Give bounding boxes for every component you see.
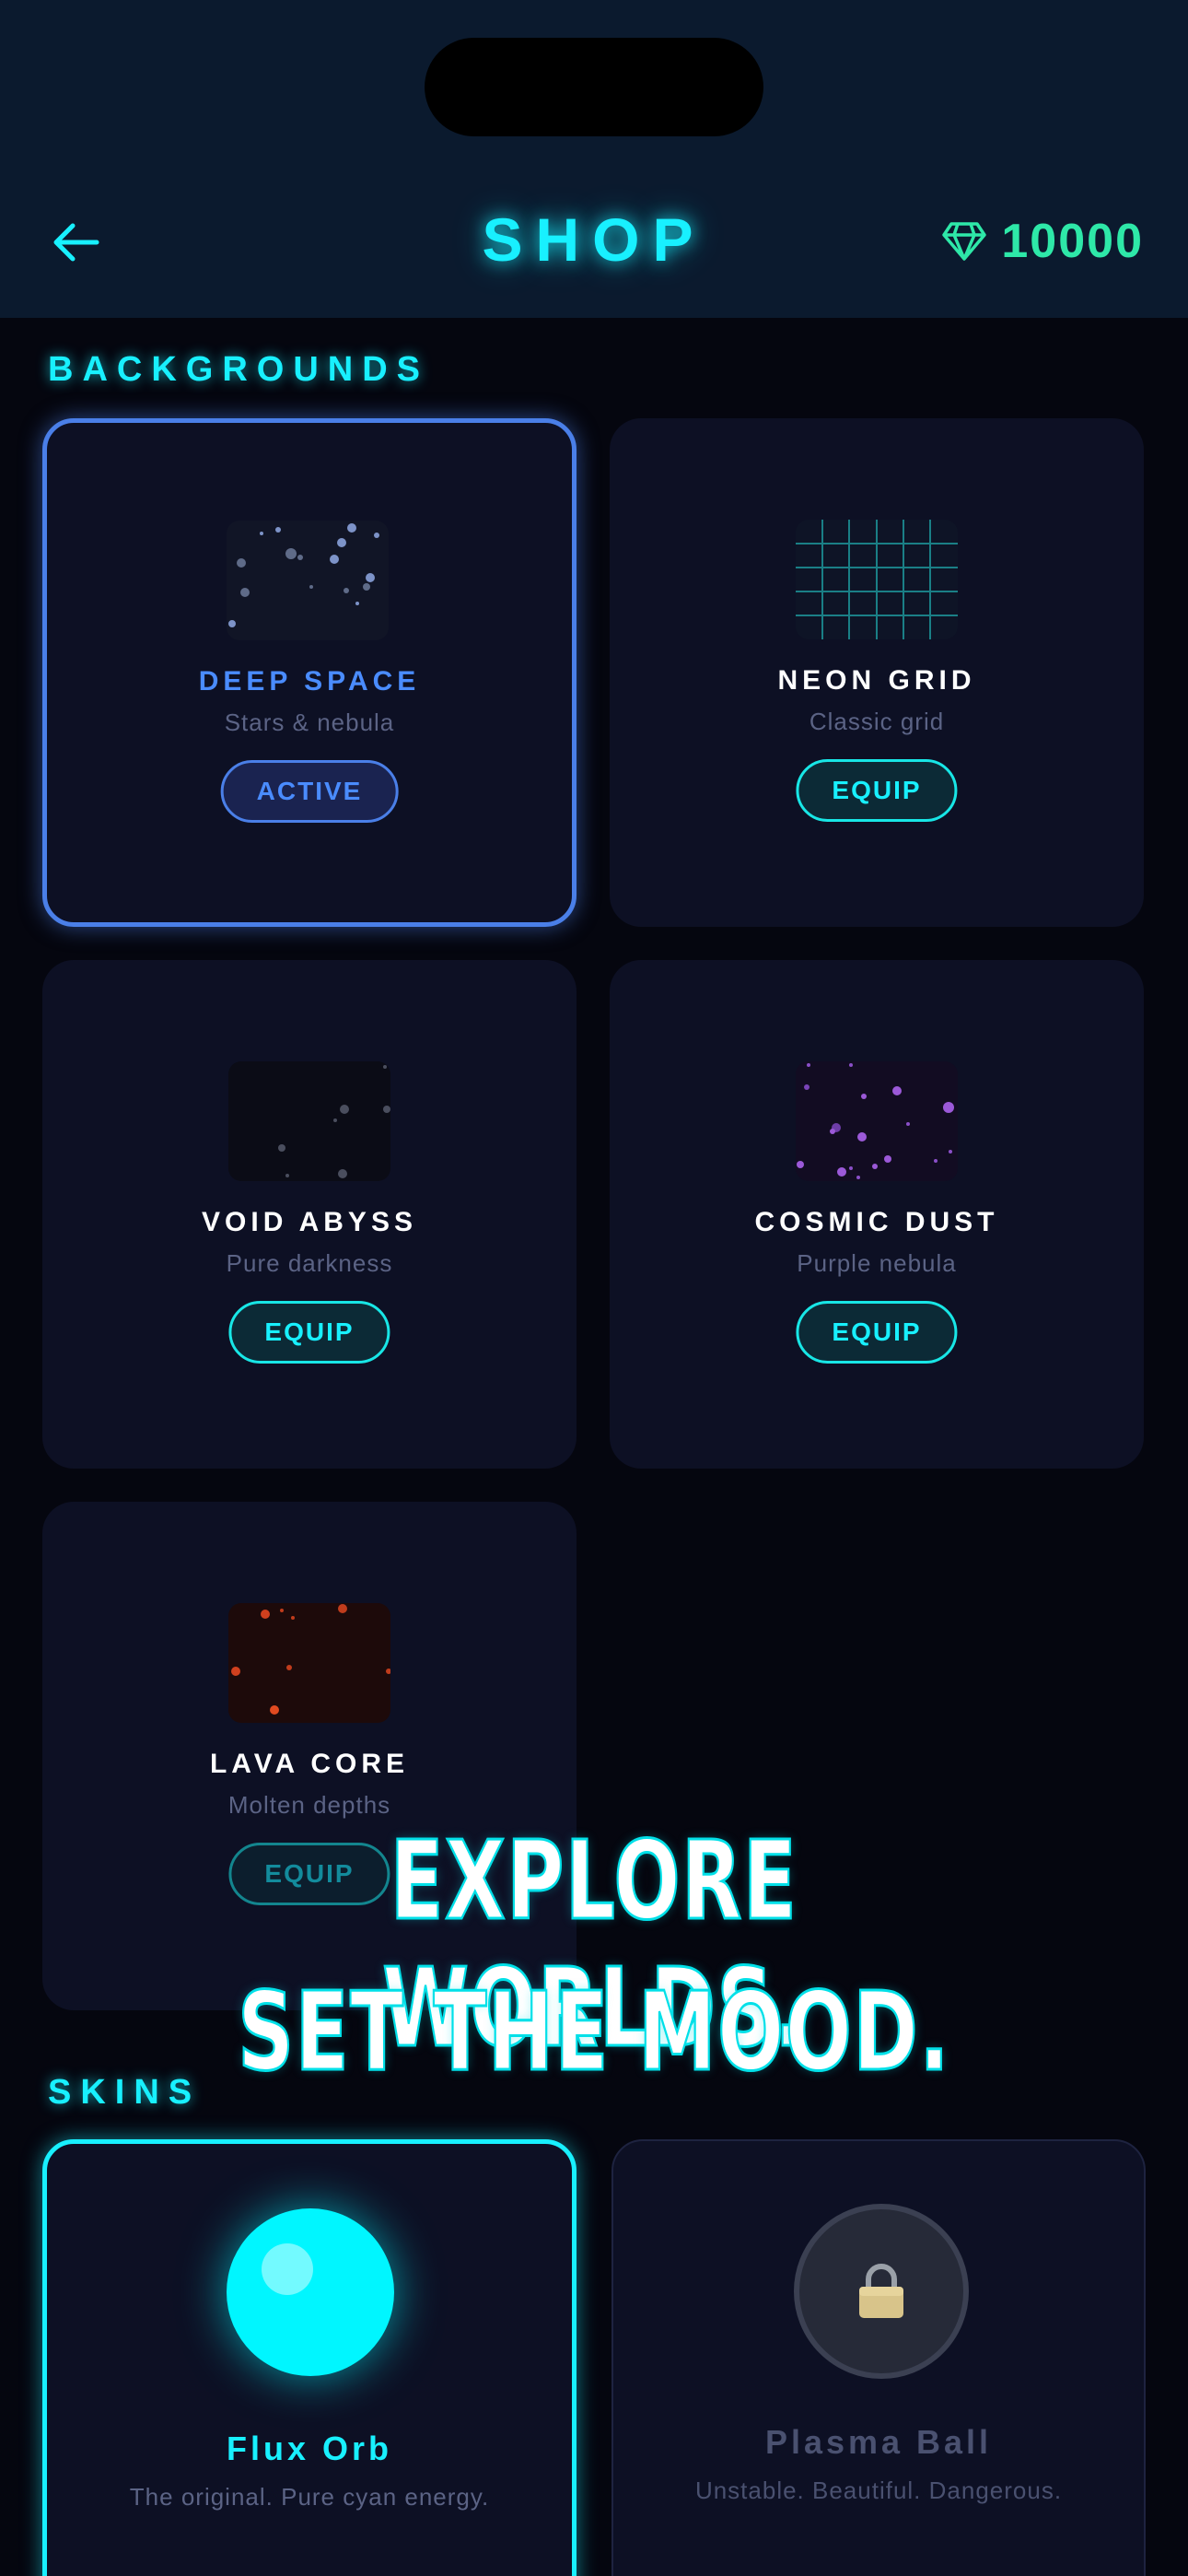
card-subtitle: Purple nebula bbox=[797, 1249, 957, 1277]
top-bar: SHOP 10000 bbox=[0, 0, 1188, 318]
active-button[interactable]: ACTIVE bbox=[220, 760, 399, 823]
background-card-neon-grid[interactable]: NEON GRID Classic grid EQUIP bbox=[610, 418, 1144, 927]
promo-headline-line2: SET THE MOOD. bbox=[237, 1967, 950, 2097]
card-title: DEEP SPACE bbox=[198, 666, 421, 697]
equip-button[interactable]: EQUIP bbox=[228, 1301, 390, 1364]
void-abyss-preview bbox=[228, 1061, 390, 1181]
skin-subtitle: The original. Pure cyan energy. bbox=[129, 2483, 490, 2511]
plasma-ball-preview bbox=[794, 2204, 969, 2379]
skin-subtitle: Unstable. Beautiful. Dangerous. bbox=[694, 2476, 1063, 2504]
cosmic-dust-preview bbox=[796, 1061, 958, 1181]
background-card-deep-space[interactable]: DEEP SPACE Stars & nebula ACTIVE bbox=[42, 418, 577, 927]
gem-balance: 10000 bbox=[942, 214, 1144, 269]
equip-button[interactable]: EQUIP bbox=[796, 759, 958, 822]
flux-orb-preview bbox=[227, 2208, 394, 2376]
dynamic-island bbox=[425, 38, 763, 136]
orb-highlight bbox=[262, 2243, 313, 2295]
skin-title: Flux Orb bbox=[226, 2430, 392, 2467]
card-title: VOID ABYSS bbox=[202, 1207, 417, 1237]
card-title: NEON GRID bbox=[777, 665, 976, 696]
skin-card-plasma-ball[interactable]: Plasma Ball Unstable. Beautiful. Dangero… bbox=[611, 2139, 1146, 2576]
equip-button[interactable]: EQUIP bbox=[796, 1301, 958, 1364]
card-subtitle: Pure darkness bbox=[226, 1249, 393, 1277]
gem-count: 10000 bbox=[1001, 215, 1144, 268]
deep-space-preview bbox=[227, 521, 389, 640]
lava-core-preview bbox=[228, 1603, 390, 1723]
skin-title: Plasma Ball bbox=[764, 2423, 993, 2461]
background-card-cosmic-dust[interactable]: COSMIC DUST Purple nebula EQUIP bbox=[610, 960, 1144, 1469]
lock-icon bbox=[859, 2264, 903, 2318]
card-subtitle: Stars & nebula bbox=[224, 708, 395, 736]
section-title-backgrounds: BACKGROUNDS bbox=[48, 350, 429, 389]
card-subtitle: Classic grid bbox=[809, 708, 945, 735]
gem-icon bbox=[942, 222, 987, 261]
neon-grid-preview bbox=[796, 520, 958, 639]
card-title: LAVA CORE bbox=[209, 1749, 410, 1779]
skin-card-flux-orb[interactable]: Flux Orb The original. Pure cyan energy. bbox=[42, 2139, 577, 2576]
card-subtitle: Molten depths bbox=[227, 1791, 391, 1819]
card-title: COSMIC DUST bbox=[754, 1207, 999, 1237]
background-card-void-abyss[interactable]: VOID ABYSS Pure darkness EQUIP bbox=[42, 960, 577, 1469]
